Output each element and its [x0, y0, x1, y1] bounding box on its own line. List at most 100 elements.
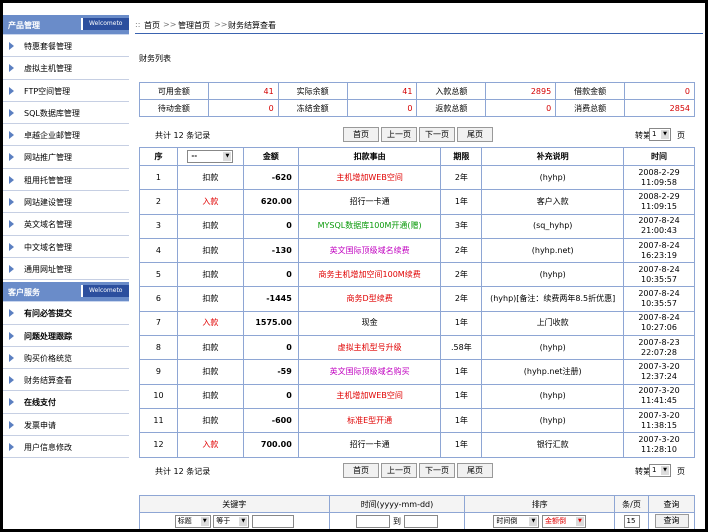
date-from-input[interactable] [356, 514, 391, 528]
summary-label: 入款总额 [416, 82, 487, 100]
sidebar-item[interactable]: 有问必答提交 [3, 302, 129, 325]
cell-note: (hyhp) [481, 335, 625, 361]
sidebar-item[interactable]: FTP空间管理 [3, 79, 129, 102]
cell-amount: -130 [242, 237, 299, 264]
keyword-cell: 标题 ▼ 等于 ▼ [139, 512, 330, 529]
cell-note: (hyhp) [481, 407, 625, 434]
breadcrumb-home-link[interactable]: 首页 [144, 20, 160, 31]
sidebar-item[interactable]: 虚拟主机管理 [3, 57, 129, 80]
page-select[interactable]: 1 ▼ [649, 128, 671, 141]
per-page-input[interactable]: 15 [623, 514, 640, 528]
table-row: 7 入款 1575.00 现金 1年 上门收款 2007-8-24 10:27:06 [139, 310, 695, 337]
summary-value: 0 [624, 82, 695, 100]
first-page-button[interactable]: 首页 [343, 463, 379, 478]
cell-time: 2007-8-24 16:23:19 [623, 237, 695, 264]
table-row: 9 扣款 -59 英文国际顶级域名购买 1年 (hyhp.net注册) 2007-3-20 1… [139, 359, 695, 385]
sidebar-item-label: 在线支付 [24, 398, 56, 408]
cell-no: 11 [139, 407, 178, 434]
cell-date: 2007-8-23 [638, 337, 680, 347]
sidebar-item[interactable]: 通用网址管理 [3, 257, 129, 281]
search-header-sort: 排序 [464, 495, 616, 513]
cell-note: 银行汇款 [481, 432, 625, 458]
next-page-button[interactable]: 下一页 [419, 127, 455, 142]
sidebar-item[interactable]: 英文域名管理 [3, 213, 129, 236]
last-page-button[interactable]: 尾页 [457, 463, 493, 478]
summary-value: 0 [207, 99, 279, 117]
breadcrumb-admin-link[interactable]: 管理首页 [178, 20, 210, 31]
keyword-input[interactable] [251, 514, 294, 528]
chevron-down-icon: ▼ [239, 516, 248, 526]
sidebar-item-label: 特惠套餐管理 [24, 42, 72, 51]
last-page-button[interactable]: 尾页 [457, 127, 493, 142]
breadcrumb-separator: >> [163, 20, 177, 29]
sidebar-item-label: 中文域名管理 [24, 242, 72, 252]
table-row: 1 扣款 -620 主机增加WEB空间 2年 (hyhp) 2008-2-29 11:09:5… [139, 164, 695, 191]
welcome-tag: Welcometo [81, 18, 129, 30]
search-header-query: 查询 [648, 495, 695, 513]
cell-clock: 16:23:19 [641, 250, 677, 260]
sidebar-item[interactable]: 特惠套餐管理 [3, 35, 129, 58]
field-select[interactable]: 标题 ▼ [174, 514, 211, 528]
cell-no: 5 [139, 262, 178, 288]
date-cell: 到 [328, 512, 466, 529]
cell-type: 扣款 [176, 407, 244, 434]
sidebar-item[interactable]: SQL数据库管理 [3, 101, 129, 125]
prev-page-button[interactable]: 上一页 [381, 463, 417, 478]
sidebar-item[interactable]: 购买价格统览 [3, 346, 129, 370]
sidebar-item[interactable]: 在线支付 [3, 391, 129, 414]
query-cell: 查询 [648, 512, 695, 529]
page-select[interactable]: 1 ▼ [649, 464, 671, 477]
arrow-bullet-icon [9, 108, 14, 117]
sidebar-item[interactable]: 租用托管管理 [3, 168, 129, 192]
cell-no: 4 [139, 237, 178, 264]
sidebar-item[interactable]: 发票申请 [3, 413, 129, 437]
pager-top: 共计 12 条记录 首页 上一页 下一页 尾页 转第 1 ▼ 页 [139, 127, 695, 145]
cell-type: 扣款 [176, 262, 244, 288]
date-to-input[interactable] [403, 514, 438, 528]
sidebar-section-service: 客户服务 Welcometo [3, 280, 129, 303]
cell-reason: 英文国际顶级域名续费 [297, 237, 442, 264]
sidebar-item-label: 租用托管管理 [24, 175, 72, 185]
cell-term: 2年 [440, 237, 483, 264]
cell-no: 7 [139, 310, 178, 337]
cell-time: 2007-3-20 12:37:24 [623, 359, 695, 385]
sidebar-item[interactable]: 网站推广管理 [3, 146, 129, 169]
record-count: 共计 12 条记录 [155, 467, 211, 476]
arrow-bullet-icon [9, 443, 14, 452]
sidebar-item[interactable]: 财务结算查看 [3, 369, 129, 392]
cell-type: 扣款 [176, 359, 244, 385]
cell-date: 2007-8-24 [638, 313, 680, 323]
sidebar-item[interactable]: 卓越企业邮管理 [3, 124, 129, 147]
summary-value: 41 [346, 82, 418, 100]
query-button[interactable]: 查询 [654, 514, 689, 528]
sidebar-item-label: SQL数据库管理 [24, 108, 80, 118]
prev-page-button[interactable]: 上一页 [381, 127, 417, 142]
sidebar-item[interactable]: 网站建设管理 [3, 191, 129, 214]
cell-amount: 0 [242, 335, 299, 361]
operator-select[interactable]: 等于 ▼ [213, 514, 250, 528]
sort-field-select[interactable]: 时间倒 ▼ [493, 514, 540, 528]
sidebar-item[interactable]: 问题处理跟踪 [3, 324, 129, 347]
type-filter-select[interactable]: -- ▼ [187, 150, 234, 163]
cell-reason: 招行一卡通 [297, 189, 442, 215]
cell-reason: 现金 [297, 310, 442, 337]
next-page-button[interactable]: 下一页 [419, 463, 455, 478]
chevron-down-icon: ▼ [661, 466, 669, 475]
finance-table: 序 -- ▼ 金额 扣款事由 期限 补充说明 时间 1 扣款 -620 主机增加WEB空… [139, 147, 695, 458]
cell-time: 2007-3-20 11:28:10 [623, 432, 695, 458]
search-header-perpage: 条/页 [614, 495, 649, 513]
cell-no: 12 [139, 432, 178, 458]
cell-term: 2年 [440, 286, 483, 312]
first-page-button[interactable]: 首页 [343, 127, 379, 142]
cell-time: 2007-8-24 10:35:57 [623, 286, 695, 312]
table-row: 10 扣款 0 主机增加WEB空间 1年 (hyhp) 2007-3-20 11:41:45 [139, 383, 695, 409]
cell-note: 客户入款 [481, 189, 625, 215]
chevron-down-icon: ▼ [223, 152, 232, 161]
sort-field2-select[interactable]: 金额倒 ▼ [541, 514, 586, 528]
cell-note: (hyhp)[备注：续费两年8.5折优惠] [481, 286, 625, 312]
sidebar-item[interactable]: 中文域名管理 [3, 235, 129, 258]
cell-reason: MYSQL数据库100M开通(赠) [297, 213, 442, 239]
cell-clock: 11:38:15 [641, 420, 677, 430]
sidebar-item-label: 购买价格统览 [24, 353, 72, 363]
sidebar-item[interactable]: 用户信息修改 [3, 436, 129, 459]
